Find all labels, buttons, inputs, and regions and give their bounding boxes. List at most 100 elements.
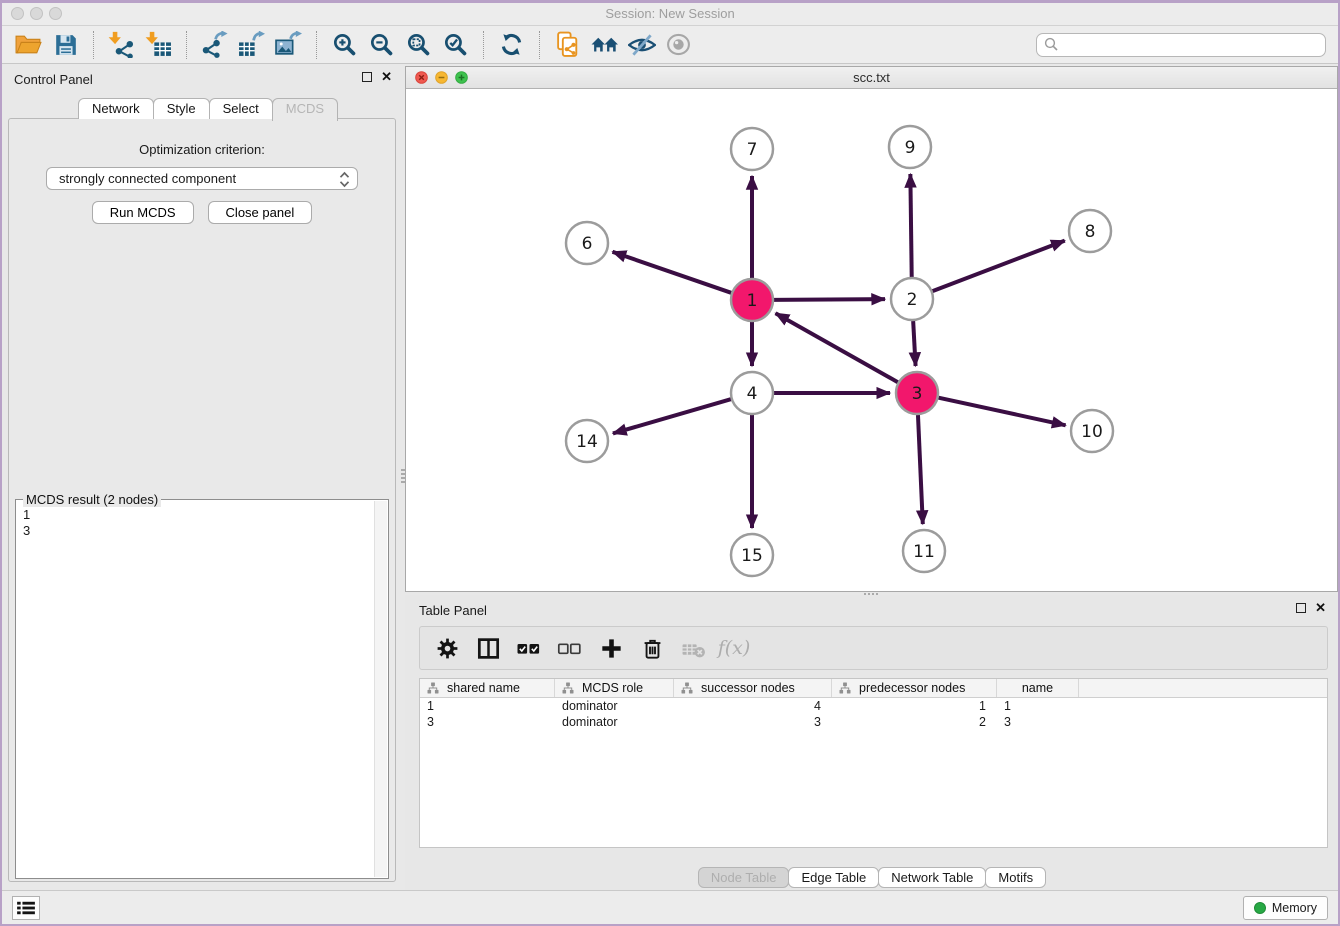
graph-node-9[interactable]: 9	[889, 126, 931, 168]
close-panel-icon[interactable]: ✕	[381, 72, 392, 82]
show-columns-icon[interactable]	[475, 635, 501, 661]
close-table-panel-icon[interactable]: ✕	[1315, 603, 1326, 613]
tab-network-table[interactable]: Network Table	[878, 867, 986, 888]
graph-node-1[interactable]: 1	[731, 279, 773, 321]
minimize-window-icon[interactable]	[30, 7, 43, 20]
select-all-rows-icon[interactable]	[516, 635, 542, 661]
memory-button[interactable]: Memory	[1243, 896, 1328, 920]
graph-node-8[interactable]: 8	[1069, 210, 1111, 252]
network-maximize-icon[interactable]	[455, 71, 468, 84]
graph-node-15[interactable]: 15	[731, 534, 773, 576]
zoom-in-icon[interactable]	[326, 29, 363, 61]
float-table-panel-icon[interactable]	[1296, 603, 1306, 613]
graph-edge-2-8[interactable]	[933, 241, 1065, 292]
save-session-icon[interactable]	[47, 29, 84, 61]
graph-node-4[interactable]: 4	[731, 372, 773, 414]
table-cell[interactable]: 3	[420, 715, 555, 729]
column-header-label: MCDS role	[582, 681, 643, 695]
export-network-icon[interactable]	[196, 29, 233, 61]
graph-node-14[interactable]: 14	[566, 420, 608, 462]
zoom-out-icon[interactable]	[363, 29, 400, 61]
graph-edge-3-10[interactable]	[938, 398, 1065, 426]
tab-network[interactable]: Network	[78, 98, 154, 119]
run-mcds-button[interactable]: Run MCDS	[92, 201, 194, 224]
search-box[interactable]	[1036, 33, 1326, 57]
open-session-icon[interactable]	[10, 29, 47, 61]
graph-edge-2-3[interactable]	[913, 321, 915, 366]
column-header-shared-name[interactable]: shared name	[420, 679, 555, 697]
search-input[interactable]	[1059, 37, 1318, 52]
table-cell[interactable]: 4	[674, 699, 832, 713]
select-stepper-icon	[339, 171, 350, 194]
graph-edge-1-2[interactable]	[774, 299, 885, 300]
new-network-from-selection-icon[interactable]	[549, 29, 586, 61]
table-cell[interactable]: dominator	[555, 715, 674, 729]
svg-text:11: 11	[913, 542, 935, 562]
result-scrollbar[interactable]	[374, 501, 387, 877]
table-row[interactable]: 3dominator323	[420, 714, 1327, 730]
network-canvas[interactable]: 7 9 6 8 1 2 4 3 14 10 15 11	[406, 89, 1337, 591]
graph-edge-1-6[interactable]	[613, 252, 732, 293]
table-mode-gear-icon[interactable]	[434, 635, 460, 661]
export-table-icon[interactable]	[233, 29, 270, 61]
table-cell[interactable]: 3	[674, 715, 832, 729]
function-builder-icon: f(x)	[721, 635, 747, 661]
table-cell[interactable]: 1	[420, 699, 555, 713]
network-minimize-icon[interactable]	[435, 71, 448, 84]
graph-node-10[interactable]: 10	[1071, 410, 1113, 452]
first-neighbors-icon[interactable]	[586, 29, 623, 61]
delete-columns-icon[interactable]	[639, 635, 665, 661]
tab-style[interactable]: Style	[153, 98, 210, 119]
control-panel: Control Panel ✕ NetworkStyleSelectMCDS O…	[2, 64, 404, 891]
column-header-predecessor-nodes[interactable]: predecessor nodes	[832, 679, 997, 697]
column-header-successor-nodes[interactable]: successor nodes	[674, 679, 832, 697]
close-panel-button[interactable]: Close panel	[208, 201, 313, 224]
criterion-select[interactable]: strongly connected component	[46, 167, 358, 190]
tab-mcds[interactable]: MCDS	[272, 98, 338, 121]
table-body: 1dominator4113dominator323	[420, 698, 1327, 730]
table-cell[interactable]: dominator	[555, 699, 674, 713]
table-row[interactable]: 1dominator411	[420, 698, 1327, 714]
vertical-splitter-grip[interactable]	[401, 467, 405, 485]
export-image-icon[interactable]	[270, 29, 307, 61]
import-network-icon[interactable]	[103, 29, 140, 61]
network-close-icon[interactable]	[415, 71, 428, 84]
task-history-button[interactable]	[12, 896, 40, 920]
import-table-icon[interactable]	[140, 29, 177, 61]
graph-edge-3-1[interactable]	[776, 313, 898, 382]
tab-edge-table[interactable]: Edge Table	[788, 867, 879, 888]
network-graph[interactable]: 7 9 6 8 1 2 4 3 14 10 15 11	[406, 89, 1337, 591]
graph-node-3[interactable]: 3	[896, 372, 938, 414]
table-cell[interactable]: 3	[997, 715, 1079, 729]
zoom-fit-icon[interactable]	[400, 29, 437, 61]
graph-edge-3-11[interactable]	[918, 415, 923, 524]
table-cell[interactable]: 1	[832, 699, 997, 713]
svg-text:1: 1	[747, 291, 758, 311]
optimization-criterion-label: Optimization criterion:	[9, 142, 395, 157]
svg-text:7: 7	[747, 140, 758, 160]
graph-node-6[interactable]: 6	[566, 222, 608, 264]
float-panel-icon[interactable]	[362, 72, 372, 82]
hide-graphics-details-icon[interactable]	[623, 29, 660, 61]
create-column-icon[interactable]	[598, 635, 624, 661]
tab-motifs[interactable]: Motifs	[985, 867, 1046, 888]
graph-edge-4-14[interactable]	[613, 399, 731, 433]
maximize-window-icon[interactable]	[49, 7, 62, 20]
unselect-all-rows-icon[interactable]	[557, 635, 583, 661]
graph-edge-2-9[interactable]	[910, 174, 911, 277]
column-header-name[interactable]: name	[997, 679, 1079, 697]
apply-layout-icon[interactable]	[493, 29, 530, 61]
tab-select[interactable]: Select	[209, 98, 273, 119]
graph-node-11[interactable]: 11	[903, 530, 945, 572]
table-cell[interactable]: 2	[832, 715, 997, 729]
zoom-selected-icon[interactable]	[437, 29, 474, 61]
column-type-icon	[562, 682, 574, 694]
column-header-mcds-role[interactable]: MCDS role	[555, 679, 674, 697]
close-window-icon[interactable]	[11, 7, 24, 20]
graph-node-2[interactable]: 2	[891, 278, 933, 320]
tab-node-table[interactable]: Node Table	[698, 867, 790, 888]
graph-node-7[interactable]: 7	[731, 128, 773, 170]
table-cell[interactable]: 1	[997, 699, 1079, 713]
control-panel-tabs: NetworkStyleSelectMCDS	[78, 98, 337, 121]
mcds-result-text[interactable]: 1 3	[17, 501, 373, 877]
